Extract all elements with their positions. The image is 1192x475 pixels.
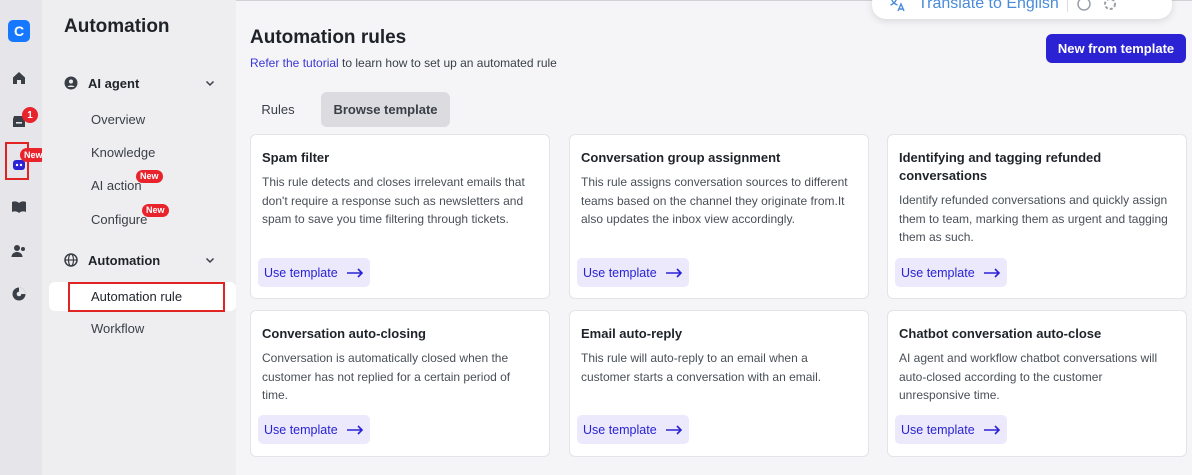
sidebar-item-knowledge[interactable]: Knowledge — [91, 145, 155, 160]
use-template-button[interactable]: Use template — [258, 415, 370, 444]
sidebar-section-label: AI agent — [88, 75, 140, 91]
use-template-label: Use template — [583, 265, 657, 280]
arrow-right-icon — [346, 424, 363, 435]
ai-agent-section-icon — [64, 76, 78, 90]
arrow-right-icon — [665, 267, 682, 278]
sidebar-item-workflow[interactable]: Workflow — [91, 321, 144, 336]
template-card: Spam filter This rule detects and closes… — [250, 134, 550, 299]
card-title: Spam filter — [262, 150, 330, 165]
translate-label: Translate to English — [918, 0, 1059, 12]
card-title: Chatbot conversation auto-close — [899, 326, 1102, 341]
new-badge: New — [136, 170, 163, 183]
sidebar-item-label: AI action — [91, 178, 142, 193]
arrow-right-icon — [665, 424, 682, 435]
divider — [1066, 0, 1068, 12]
template-card: Conversation group assignment This rule … — [569, 134, 869, 299]
subtitle-text: to learn how to set up an automated rule — [338, 56, 557, 70]
card-title: Conversation auto-closing — [262, 326, 426, 341]
sidebar-item-label: Overview — [91, 112, 146, 127]
page-subtitle: Refer the tutorial to learn how to set u… — [250, 56, 557, 70]
use-template-label: Use template — [901, 265, 975, 280]
arrow-right-icon — [346, 267, 363, 278]
sidebar: Automation AI agent Overview Knowledge A… — [42, 0, 236, 475]
card-title: Identifying and tagging refunded convers… — [899, 150, 1102, 183]
automation-rule-selection-highlight — [68, 282, 225, 312]
new-from-template-button[interactable]: New from template — [1046, 34, 1186, 63]
use-template-button[interactable]: Use template — [258, 258, 370, 287]
main-content: Automation rules Refer the tutorial to l… — [236, 0, 1192, 475]
use-template-button[interactable]: Use template — [895, 415, 1007, 444]
translate-bar[interactable]: Translate to English — [872, 0, 1172, 19]
sidebar-item-label: Workflow — [91, 321, 145, 336]
card-description: Conversation is automatically closed whe… — [262, 351, 511, 402]
sidebar-item-label: Configure — [91, 212, 148, 227]
chevron-down-icon[interactable] — [204, 77, 216, 89]
home-icon[interactable] — [11, 70, 27, 86]
chevron-down-icon[interactable] — [204, 254, 216, 266]
use-template-button[interactable]: Use template — [577, 415, 689, 444]
sidebar-item-configure[interactable]: Configure New — [91, 204, 169, 227]
card-title: Email auto-reply — [581, 326, 683, 341]
card-title: Conversation group assignment — [581, 150, 781, 165]
sidebar-item-ai-action[interactable]: AI action New — [91, 170, 163, 193]
globe-icon — [64, 253, 78, 267]
sidebar-section-automation[interactable]: Automation — [64, 250, 216, 270]
card-description: This rule will auto-reply to an email wh… — [581, 351, 822, 384]
sidebar-section-label: Automation — [88, 252, 161, 268]
icon-rail: C 1 New — [0, 0, 47, 475]
card-description: This rule assigns conversation sources t… — [581, 175, 848, 226]
settings-icon[interactable] — [1076, 0, 1092, 12]
new-badge: New — [142, 204, 169, 217]
use-template-label: Use template — [583, 422, 657, 437]
use-template-label: Use template — [264, 422, 338, 437]
template-card: Email auto-reply This rule will auto-rep… — [569, 310, 869, 457]
use-template-label: Use template — [901, 422, 975, 437]
sidebar-item-label: Knowledge — [91, 145, 156, 160]
template-card: Identifying and tagging refunded convers… — [887, 134, 1187, 299]
translate-icon — [890, 0, 905, 12]
app-logo[interactable]: C — [8, 20, 30, 42]
sidebar-title: Automation — [64, 16, 170, 37]
reports-icon[interactable] — [11, 286, 27, 302]
tab-rules[interactable]: Rules — [250, 92, 306, 127]
card-description: Identify refunded conversations and quic… — [899, 193, 1168, 244]
use-template-button[interactable]: Use template — [895, 258, 1007, 287]
sidebar-section-ai-agent[interactable]: AI agent — [64, 73, 216, 93]
sidebar-item-overview[interactable]: Overview — [91, 112, 145, 127]
arrow-right-icon — [983, 424, 1000, 435]
tab-browse-template[interactable]: Browse template — [321, 92, 450, 127]
tutorial-link[interactable]: Refer the tutorial — [250, 56, 339, 70]
page-title: Automation rules — [250, 27, 407, 48]
use-template-label: Use template — [264, 265, 338, 280]
card-description: AI agent and workflow chatbot conversati… — [899, 351, 1158, 402]
template-card: Chatbot conversation auto-close AI agent… — [887, 310, 1187, 457]
card-description: This rule detects and closes irrelevant … — [262, 175, 525, 226]
gear-icon[interactable] — [1102, 0, 1118, 12]
contacts-icon[interactable] — [11, 243, 27, 259]
template-card: Conversation auto-closing Conversation i… — [250, 310, 550, 457]
inbox-count-badge: 1 — [22, 107, 38, 123]
arrow-right-icon — [983, 267, 1000, 278]
use-template-button[interactable]: Use template — [577, 258, 689, 287]
book-icon[interactable] — [11, 199, 27, 215]
